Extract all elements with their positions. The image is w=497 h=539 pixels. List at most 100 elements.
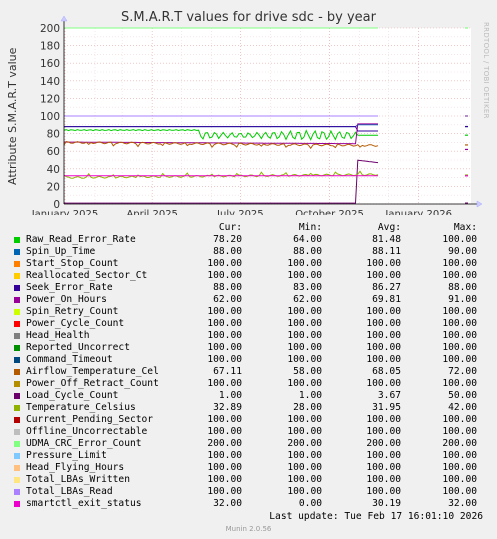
value-max: 90.00 [448,246,477,257]
legend-name: Temperature_Celsius [26,402,136,413]
col-max: Max: [453,222,477,233]
legend-name: Head_Health [26,330,90,341]
legend-swatch [14,297,20,303]
legend-name: Total_LBAs_Read [26,486,113,497]
col-min: Min: [298,222,322,233]
legend-name: Seek_Error_Rate [26,282,113,293]
value-cur: 100.00 [207,258,242,269]
legend-row: Offline_Uncorrectable 100.00 100.00 100.00 1… [12,426,490,438]
y-tick-label: 20 [47,181,60,193]
legend-name: Offline_Uncorrectable [26,426,148,437]
col-cur: Cur: [218,222,242,233]
value-max: 100.00 [442,330,477,341]
legend-swatch [14,417,20,423]
value-min: 62.00 [293,294,322,305]
value-avg: 3.67 [377,390,401,401]
value-min: 100.00 [287,414,322,425]
y-tick-label: 60 [47,146,60,158]
legend-swatch [14,321,20,327]
value-min: 100.00 [287,342,322,353]
value-min: 100.00 [287,426,322,437]
value-avg: 100.00 [366,270,401,281]
value-min: 200.00 [287,438,322,449]
value-cur: 32.00 [213,498,242,509]
value-avg: 200.00 [366,438,401,449]
value-avg: 31.95 [372,402,401,413]
value-cur: 100.00 [207,318,242,329]
legend-swatch [14,501,20,507]
value-avg: 100.00 [366,474,401,485]
legend-row: Pressure_Limit 100.00 100.00 100.00 100.00 [12,450,490,462]
legend-row: Head_Health 100.00 100.00 100.00 100.00 [12,330,490,342]
value-avg: 100.00 [366,450,401,461]
value-min: 100.00 [287,354,322,365]
value-min: 100.00 [287,258,322,269]
legend-name: Airflow_Temperature_Cel [26,366,159,377]
y-tick-label: 160 [40,58,60,70]
legend-name: Raw_Read_Error_Rate [26,234,136,245]
value-min: 100.00 [287,306,322,317]
value-max: 42.00 [448,402,477,413]
value-cur: 200.00 [207,438,242,449]
value-cur: 100.00 [207,306,242,317]
value-avg: 30.19 [372,498,401,509]
legend-name: Power_Cycle_Count [26,318,125,329]
legend-swatch [14,441,20,447]
legend-swatch [14,261,20,267]
y-tick-label: 140 [40,76,60,88]
legend-swatch [14,369,20,375]
legend-row: smartctl_exit_status 32.00 0.00 30.19 32.00 [12,498,490,510]
legend-row: Command_Timeout 100.00 100.00 100.00 100.00 [12,354,490,366]
value-min: 100.00 [287,318,322,329]
legend-row: Reported_Uncorrect 100.00 100.00 100.00 100.… [12,342,490,354]
value-max: 50.00 [448,390,477,401]
value-avg: 100.00 [366,330,401,341]
legend-name: Power_Off_Retract_Count [26,378,159,389]
legend-row: Spin_Retry_Count 100.00 100.00 100.00 100.00 [12,306,490,318]
legend-name: Start_Stop_Count [26,258,119,269]
legend-swatch [14,465,20,471]
legend-swatch [14,453,20,459]
legend-name: Pressure_Limit [26,450,107,461]
legend-name: Spin_Up_Time [26,246,96,257]
legend-swatch [14,381,20,387]
value-cur: 100.00 [207,426,242,437]
legend-row: UDMA_CRC_Error_Count 200.00 200.00 200.00 20… [12,438,490,450]
legend-row: Seek_Error_Rate 88.00 83.00 86.27 88.00 [12,282,490,294]
value-avg: 88.11 [372,246,401,257]
value-avg: 100.00 [366,258,401,269]
legend-row: Load_Cycle_Count 1.00 1.00 3.67 50.00 [12,390,490,402]
legend-row: Airflow_Temperature_Cel 67.11 58.00 68.05 72… [12,366,490,378]
x-tick-label: January 2025 [31,209,99,215]
x-tick-label: April 2025 [126,209,177,215]
value-avg: 100.00 [366,306,401,317]
value-max: 72.00 [448,366,477,377]
legend-row: Start_Stop_Count 100.00 100.00 100.00 100.00 [12,258,490,270]
legend-swatch [14,249,20,255]
legend-row: Raw_Read_Error_Rate 78.20 64.00 81.48 100.00 [12,234,490,246]
value-max: 100.00 [442,234,477,245]
value-max: 100.00 [442,270,477,281]
value-max: 100.00 [442,378,477,389]
legend-row: Total_LBAs_Read 100.00 100.00 100.00 100.00 [12,486,490,498]
value-max: 100.00 [442,426,477,437]
x-axis-arrow-icon [476,200,483,208]
value-avg: 100.00 [366,318,401,329]
legend-swatch [14,477,20,483]
last-update: Last update: Tue Feb 17 16:01:10 2026 [269,511,483,522]
value-avg: 100.00 [366,426,401,437]
value-cur: 32.89 [213,402,242,413]
legend-row: Current_Pending_Sector 100.00 100.00 100.00… [12,414,490,426]
chart-svg: 020406080100120140160180200January 2025 A… [31,15,483,215]
legend-row: Spin_Up_Time 88.00 88.00 88.11 90.00 [12,246,490,258]
legend-swatch [14,345,20,351]
value-avg: 81.48 [372,234,401,245]
value-avg: 100.00 [366,378,401,389]
y-tick-label: 80 [47,129,60,141]
value-cur: 1.00 [218,390,242,401]
value-max: 32.00 [448,498,477,509]
legend-row: Temperature_Celsius 32.89 28.00 31.95 42.00 [12,402,490,414]
value-min: 88.00 [293,246,322,257]
value-min: 100.00 [287,270,322,281]
value-max: 88.00 [448,282,477,293]
